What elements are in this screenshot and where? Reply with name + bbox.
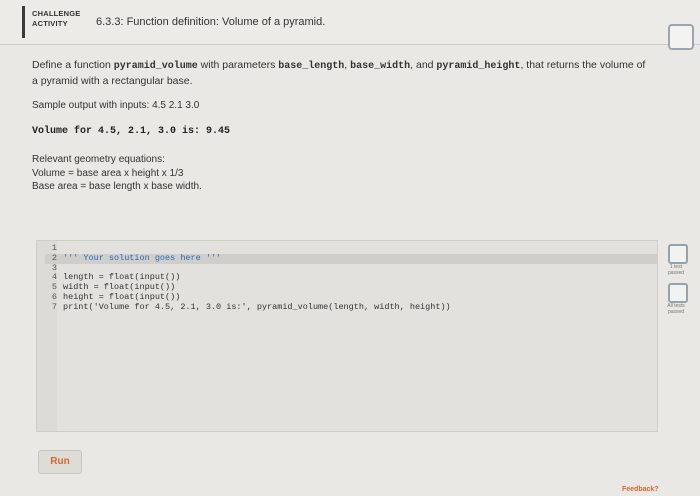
header-accent-bar xyxy=(22,6,25,38)
feedback-link[interactable]: Feedback? xyxy=(622,486,659,493)
badge-line-1: CHALLENGE xyxy=(32,9,81,18)
code-editor[interactable]: 1 2 ''' Your solution goes here ''' 3 4 le… xyxy=(36,240,658,432)
task-description: Define a function pyramid_volume with pa… xyxy=(32,59,646,87)
code-area[interactable]: 1 2 ''' Your solution goes here ''' 3 4 le… xyxy=(45,243,657,313)
geometry-heading: Relevant geometry equations: xyxy=(32,154,165,165)
code-line-7[interactable]: 7 print('Volume for 4.5, 2.1, 3.0 is:', p… xyxy=(45,302,657,313)
activity-header: CHALLENGE ACTIVITY 6.3.3: Function defin… xyxy=(0,0,700,45)
completion-checkbox xyxy=(668,24,694,50)
test-2-label: All tests passed xyxy=(667,303,685,315)
activity-title: 6.3.3: Function definition: Volume of a … xyxy=(96,16,326,28)
challenge-activity-badge: CHALLENGE ACTIVITY xyxy=(32,9,86,29)
run-button[interactable]: Run xyxy=(38,450,82,474)
sample-output: Volume for 4.5, 2.1, 3.0 is: 9.45 xyxy=(32,126,231,137)
test-2-status-icon xyxy=(668,283,688,303)
function-name: pyramid_volume xyxy=(113,61,198,72)
param-base-width: base_width xyxy=(350,61,411,72)
sample-input-label: Sample output with inputs: 4.5 2.1 3.0 xyxy=(32,100,200,111)
code-line-2[interactable]: 2 ''' Your solution goes here ''' xyxy=(45,253,657,264)
instructions: Define a function pyramid_volume with pa… xyxy=(32,58,652,88)
param-base-length: base_length xyxy=(278,61,345,72)
geometry-volume: Volume = base area x height x 1/3 xyxy=(32,167,184,179)
test-1-status-icon xyxy=(668,244,688,264)
geometry-base-area: Base area = base length x base width. xyxy=(32,181,202,192)
test-1-label: 1 test passed xyxy=(667,264,685,276)
badge-line-2: ACTIVITY xyxy=(32,19,68,28)
param-pyramid-height: pyramid_height xyxy=(436,61,521,72)
geometry-equations: Relevant geometry equations: Volume = ba… xyxy=(32,153,202,194)
